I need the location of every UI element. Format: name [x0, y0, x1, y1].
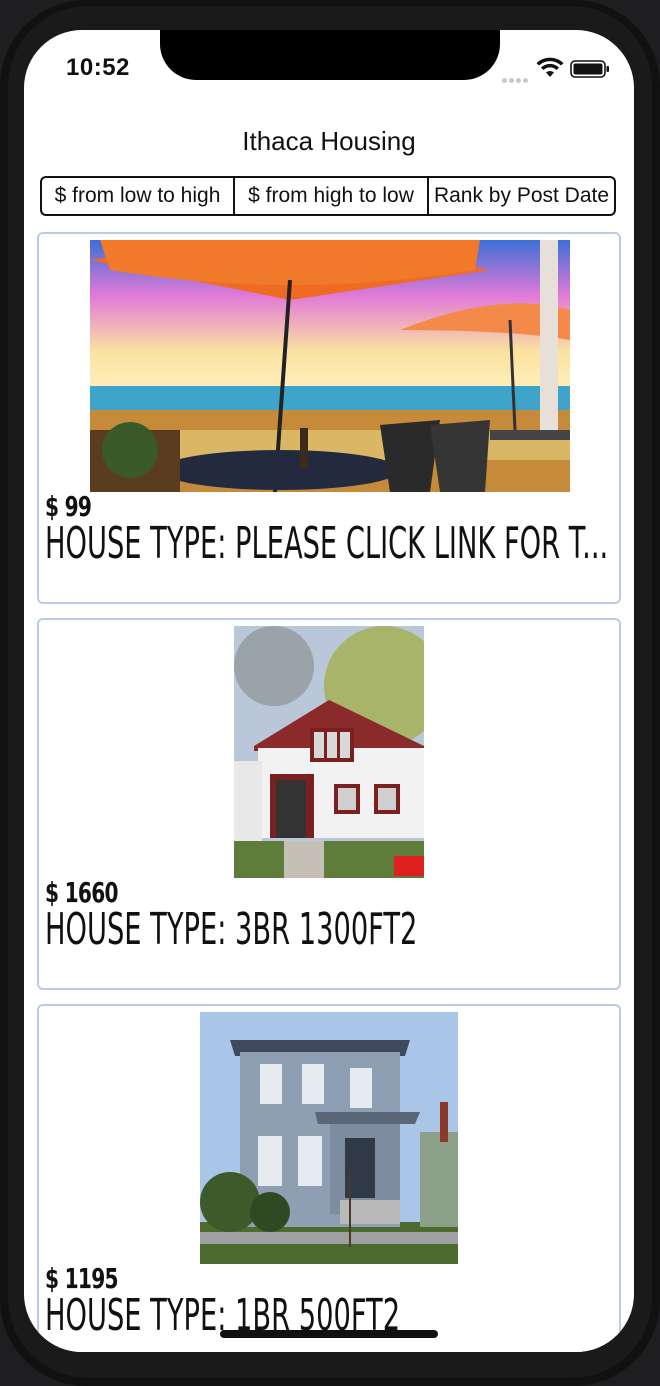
listing-card[interactable]: $ 1660 HOUSE TYPE: 3BR 1300FT2	[37, 618, 621, 990]
notch	[160, 30, 500, 80]
listing-photo	[200, 1012, 458, 1264]
listing-house-type: HOUSE TYPE: 3BR 1300FT2	[45, 904, 418, 955]
listing-photo	[90, 240, 570, 492]
battery-icon	[570, 60, 609, 78]
sort-segmented-control[interactable]: $ from low to high $ from high to low Ra…	[40, 176, 616, 216]
wifi-icon	[536, 57, 564, 77]
sort-price-low-to-high[interactable]: $ from low to high	[42, 178, 233, 214]
status-time: 10:52	[66, 54, 130, 81]
home-indicator[interactable]	[220, 1330, 438, 1338]
app-screen: 10:52 Ithaca Housing $ from low to high …	[24, 30, 634, 1352]
listing-card[interactable]: $ 1195 HOUSE TYPE: 1BR 500FT2	[37, 1004, 621, 1352]
page-title: Ithaca Housing	[242, 126, 416, 156]
listing-card[interactable]: $ 99 HOUSE TYPE: PLEASE CLICK LINK FOR T…	[37, 232, 621, 604]
listing-photo	[234, 626, 424, 878]
signal-icon	[502, 70, 532, 83]
sort-price-high-to-low[interactable]: $ from high to low	[233, 178, 427, 214]
sort-by-post-date[interactable]: Rank by Post Date	[427, 178, 614, 214]
listing-house-type: HOUSE TYPE: PLEASE CLICK LINK FOR T...	[45, 518, 609, 569]
